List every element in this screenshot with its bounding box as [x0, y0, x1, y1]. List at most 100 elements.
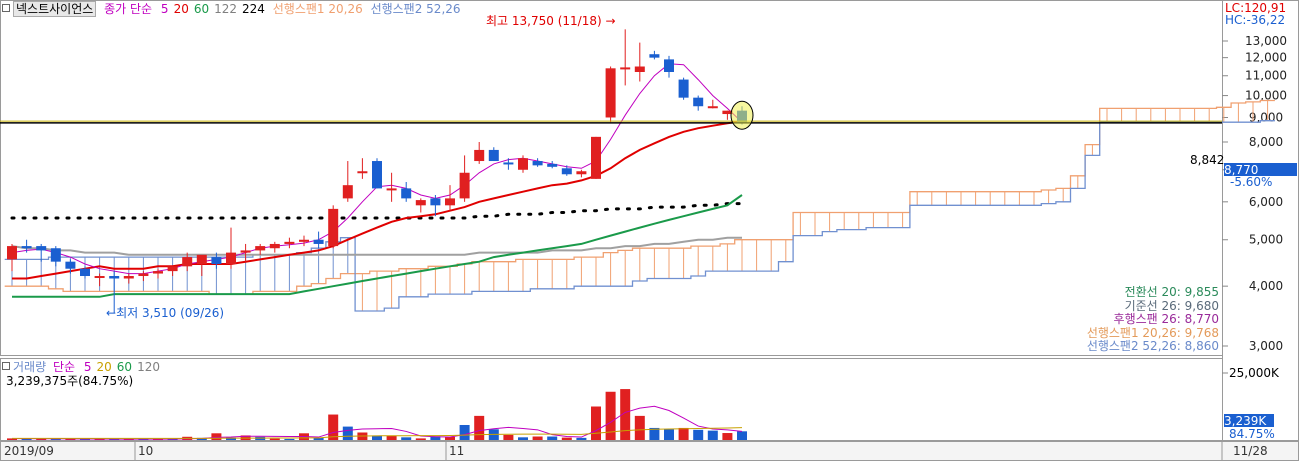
candle-body [211, 257, 222, 264]
volume-bar [634, 415, 645, 440]
ma-period-20: 20 [173, 2, 189, 16]
volume-title: 거래량 [13, 360, 47, 374]
volume-legend: 거래량 단순 5 20 60 120 [2, 360, 160, 374]
volume-bar [518, 437, 528, 440]
candle-body [372, 161, 382, 189]
ma-period-list: 5 20 60 122 224 [156, 2, 265, 16]
candle-body [299, 239, 309, 242]
candle-body [488, 149, 499, 162]
volume-bar [503, 434, 514, 440]
volume-current-pct: 84.75% [1229, 427, 1275, 441]
volume-current-badge: 3,239K [1224, 414, 1274, 428]
volume-bar [722, 433, 733, 440]
hc-value: HC:-36,22 [1225, 13, 1286, 27]
candle-body [226, 252, 236, 264]
candle-body [342, 185, 353, 199]
candle-body [80, 268, 90, 277]
ichimoku-legend-item: 전환선 20: 9,855 [1124, 285, 1219, 299]
candle-body [401, 188, 412, 199]
candle-body [357, 171, 368, 174]
settings-icon[interactable] [2, 4, 10, 12]
y-tick-label: 6,000 [1249, 195, 1283, 209]
y-tick-label: 3,000 [1249, 339, 1283, 353]
right-arrow-icon: → [605, 14, 616, 28]
volume-current: 3,239,375주(84.75%) [6, 374, 134, 388]
ma-prefix: 종가 단순 [104, 2, 153, 16]
candle-body [138, 273, 149, 277]
candle-body [532, 161, 543, 166]
ma-period-5: 5 [160, 2, 169, 16]
candle-body [65, 261, 76, 269]
ichimoku-legend-item: 선행스팬1 20,26: 9,768 [1086, 325, 1219, 340]
volume-bar [459, 424, 470, 440]
ichimoku-legend-item: 후행스팬 26: 8,770 [1113, 312, 1219, 326]
candle-body [415, 200, 426, 206]
volume-bar [561, 437, 572, 440]
hline-value: 8,842 [1190, 153, 1225, 167]
volume-bar [707, 430, 718, 440]
candle-body [547, 163, 558, 167]
volume-bar [737, 431, 747, 440]
candle-body [109, 276, 120, 279]
volume-bar [401, 437, 412, 440]
chart-canvas[interactable]: 3,0004,0005,0006,0007,0008,0009,00010,00… [0, 0, 1299, 461]
candle-body [240, 250, 251, 253]
volume-ma-period-5: 5 [83, 360, 92, 374]
span1-legend: 선행스팬1 20,26 [272, 2, 363, 16]
ichimoku-legend: 전환선 20: 9,855 기준선 26: 9,680 후행스팬 26: 8,770… [1086, 285, 1219, 354]
candle-body [269, 243, 280, 249]
candle-body [503, 162, 514, 165]
volume-bar [342, 426, 353, 440]
candle-body [474, 149, 485, 162]
volume-ma-period-120: 120 [137, 360, 160, 374]
volume-bar [532, 436, 543, 440]
ichimoku-legend-item: 기준선 26: 9,680 [1124, 298, 1219, 313]
candle-body [182, 257, 193, 267]
chart-window: 3,0004,0005,0006,0007,0008,0009,00010,00… [0, 0, 1299, 461]
left-arrow-icon: ← [106, 306, 117, 320]
ma-period-122: 122 [214, 2, 238, 16]
volume-bar [474, 415, 485, 440]
candle-body [123, 276, 134, 279]
candle-body [255, 246, 266, 251]
y-tick-label: 13,000 [1245, 34, 1287, 48]
volume-bar [591, 406, 601, 440]
volume-bar [386, 435, 397, 440]
low-annotation: ←최저 3,510 (09/26) [106, 306, 224, 320]
header-legend: 넥스트사이언스 종가 단순 5 20 60 122 224 선행스팬1 20,26 선행… [2, 1, 461, 17]
candle-body [328, 208, 339, 247]
candle-body [21, 246, 32, 249]
span2-legend: 선행스팬2 52,26 [370, 2, 461, 16]
candle-body [591, 136, 601, 179]
candle-body [7, 246, 17, 260]
volume-settings-icon[interactable] [2, 362, 10, 370]
candle-body [634, 66, 645, 72]
volume-bar [415, 438, 426, 440]
low-label: 최저 3,510 (09/26) [116, 306, 225, 320]
candle-body [620, 67, 631, 70]
ma-period-224: 224 [242, 2, 265, 16]
candle-body [36, 246, 47, 251]
candle-body [430, 198, 441, 206]
volume-axis-label: 25,000K [1229, 366, 1279, 380]
candle-body [284, 241, 295, 244]
candle-body [576, 171, 587, 175]
volume-ma-prefix: 단순 [52, 360, 76, 374]
y-tick-label: 12,000 [1245, 51, 1287, 65]
candle-body [693, 97, 704, 107]
candle-body [196, 254, 207, 264]
candle-body [561, 168, 572, 175]
y-tick-label: 4,000 [1249, 279, 1283, 293]
volume-ma-period-20: 20 [96, 360, 112, 374]
x-axis-panel [0, 441, 1299, 461]
candle-body [167, 266, 178, 272]
volume-bar [269, 438, 280, 440]
x-label-0: 2019/09 [4, 444, 54, 458]
volume-bar [576, 437, 587, 440]
volume-bar [547, 436, 558, 440]
price-panel [0, 0, 1223, 356]
candle-body [649, 54, 660, 58]
stock-name-button[interactable]: 넥스트사이언스 [13, 1, 97, 17]
candle-body [445, 198, 455, 206]
candle-body [664, 59, 674, 72]
